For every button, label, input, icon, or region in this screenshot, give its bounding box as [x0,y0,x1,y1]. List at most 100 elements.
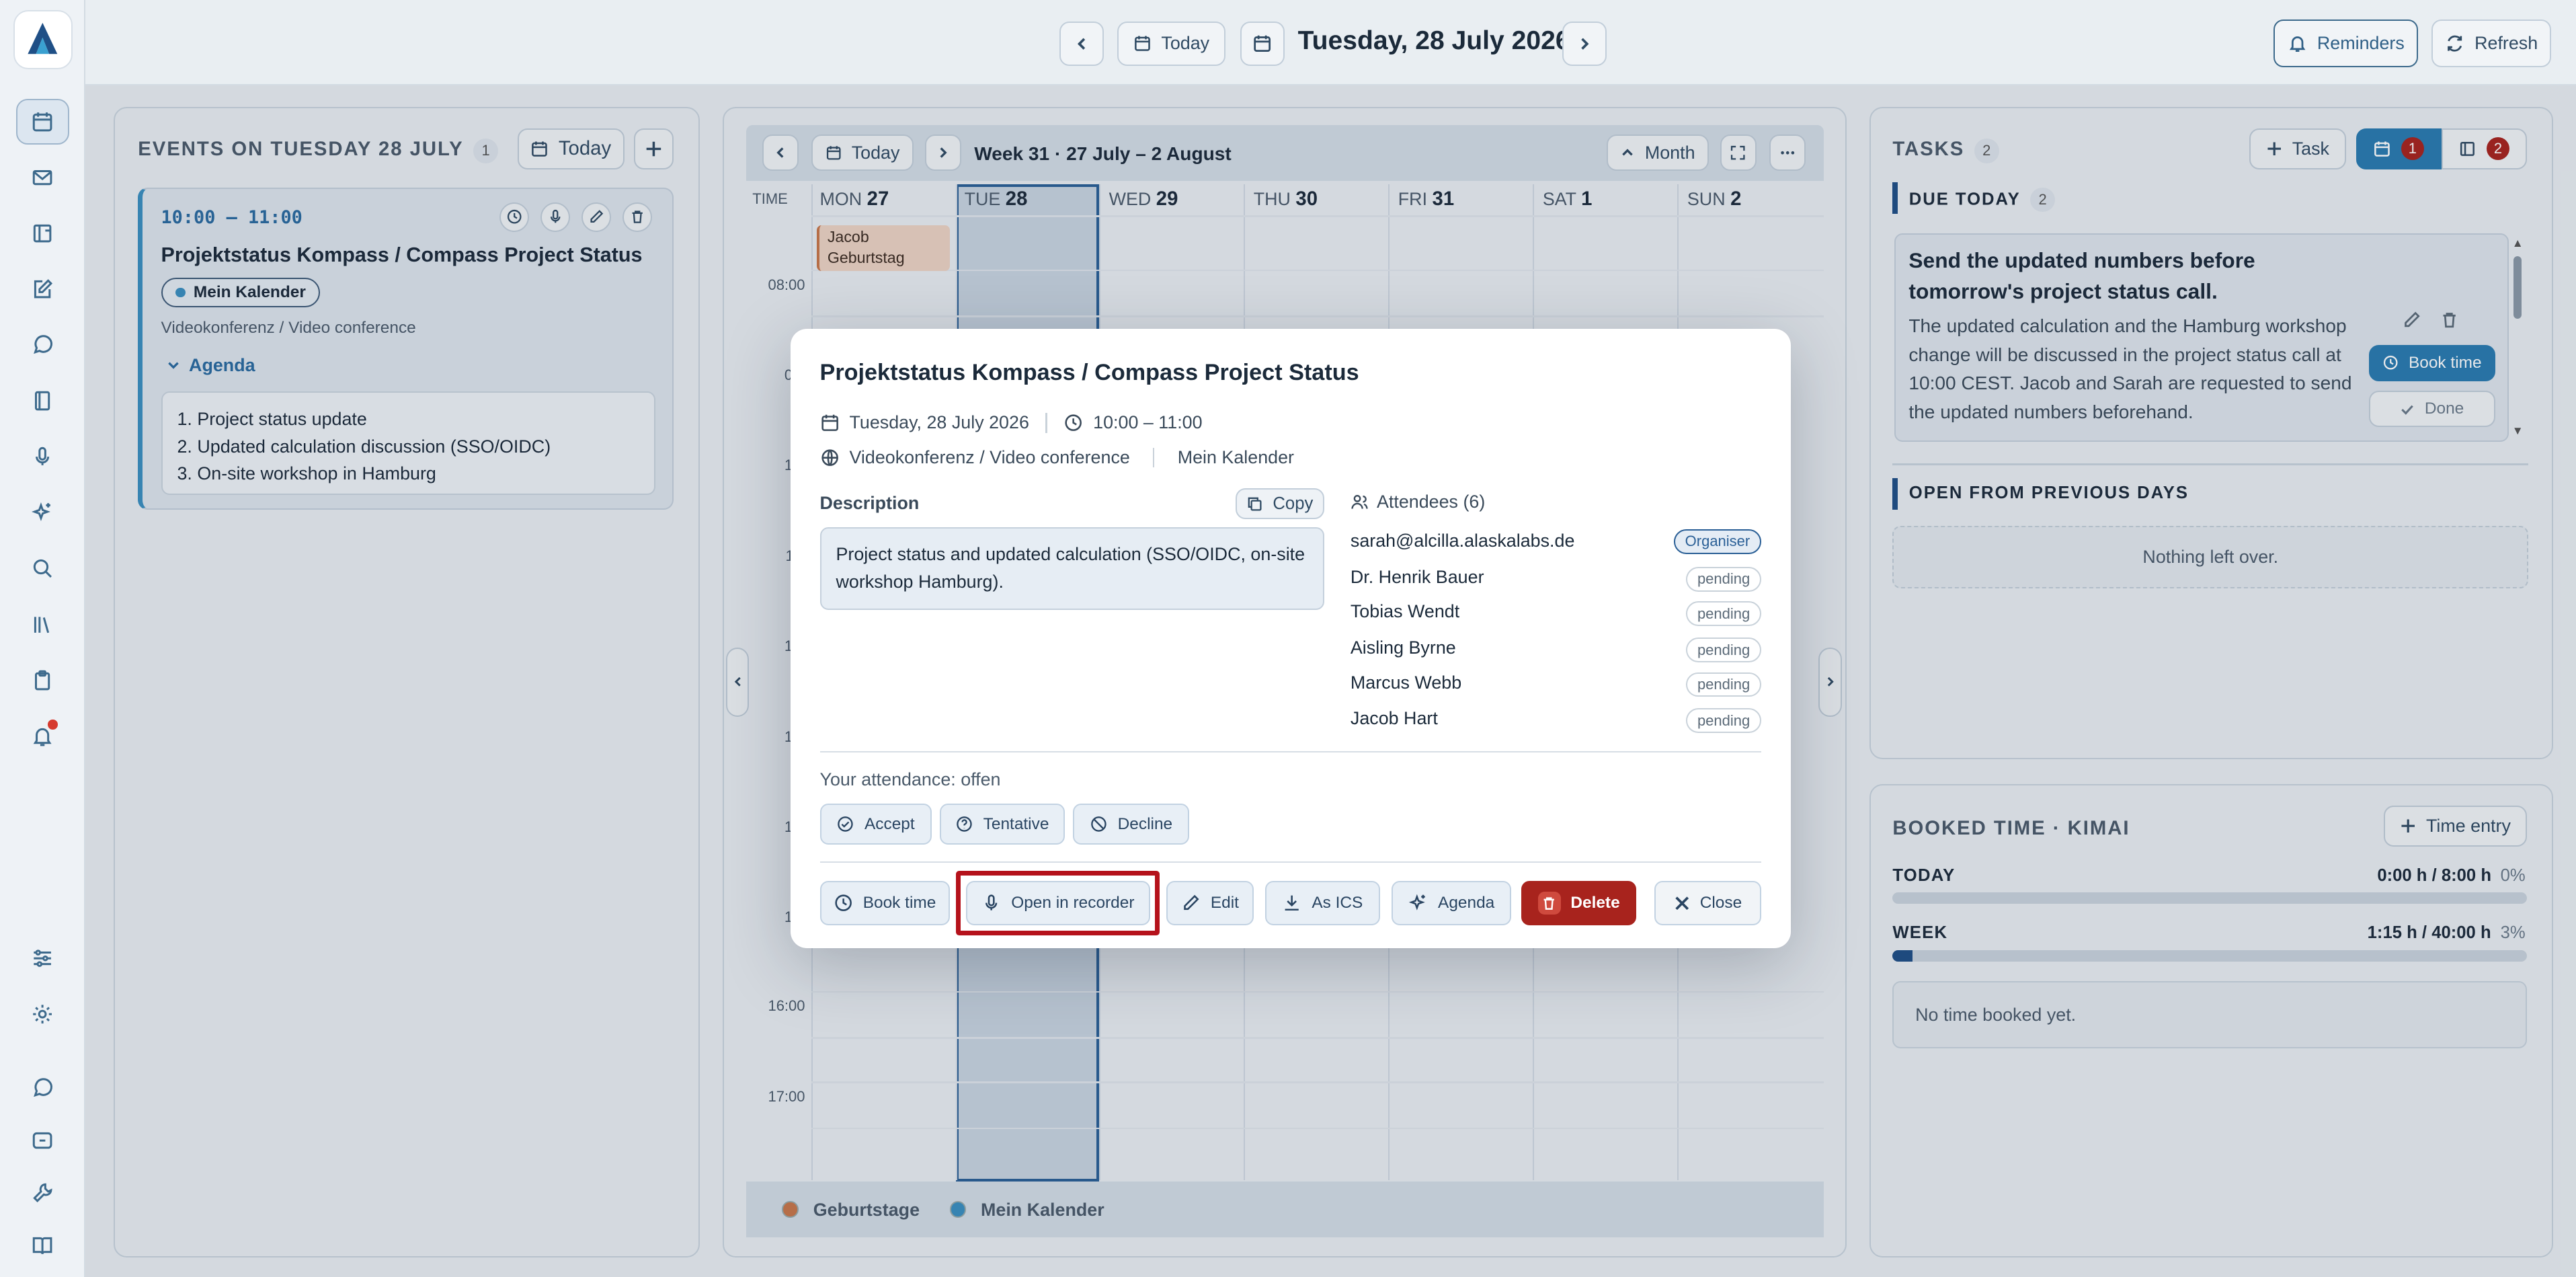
copy-description-button[interactable]: Copy [1235,488,1324,520]
question-circle-icon [955,815,973,833]
calendar-nav-icon[interactable] [16,98,69,145]
separator [1153,447,1155,467]
bell-icon [2288,34,2307,53]
calendar-icon [820,413,840,432]
calendar-icon [1252,34,1272,53]
attendee-status-pending: pending [1686,601,1761,627]
modal-title: Projektstatus Kompass / Compass Project … [819,360,1359,386]
attendee-name: Marcus Webb [1350,672,1462,693]
library-icon[interactable] [16,601,69,647]
attendee-name: Dr. Henrik Bauer [1350,567,1484,588]
accept-label: Accept [864,814,915,833]
attendee-status-pending: pending [1686,637,1761,662]
settings-gear-icon[interactable] [16,991,69,1037]
clipboard-icon[interactable] [16,658,69,703]
edit-button[interactable]: Edit [1166,880,1254,925]
description-label: Description [819,493,920,514]
attendees-label: Attendees (6) [1376,491,1486,512]
notebook-icon[interactable] [16,378,69,424]
close-label: Close [1699,893,1742,912]
modal-location: Videokonferenz / Video conference [849,447,1130,467]
attendee-status-pending: pending [1686,708,1761,733]
as-ics-label: As ICS [1312,893,1363,912]
modal-time: 10:00 – 11:00 [1093,412,1203,433]
clock-icon [1063,413,1083,432]
attendee-name: Aisling Byrne [1350,637,1456,658]
attendee-status-pending: pending [1686,567,1761,592]
agenda-button[interactable]: Agenda [1391,880,1512,925]
reminders-label: Reminders [2317,33,2405,54]
divider [819,750,1761,753]
app-logo[interactable] [13,9,73,69]
modal-date: Tuesday, 28 July 2026 [849,412,1029,433]
microphone-icon[interactable] [16,434,69,479]
chat-icon[interactable] [16,322,69,368]
calendar-icon [1133,34,1152,52]
attendee-name: sarah@alcilla.alaskalabs.de [1350,531,1575,551]
sliders-icon[interactable] [16,935,69,981]
sparkles-icon[interactable] [16,490,69,535]
download-icon [1282,893,1301,913]
delete-label: Delete [1570,893,1620,912]
delete-button[interactable]: Delete [1521,880,1637,925]
close-icon [1674,895,1690,911]
date-picker-button[interactable] [1240,21,1285,66]
divider [819,861,1761,863]
refresh-label: Refresh [2474,33,2538,54]
decline-button[interactable]: Decline [1072,804,1190,845]
sparkles-icon [1408,893,1428,913]
globe-icon [820,448,840,467]
modal-date-row: Tuesday, 28 July 2026 10:00 – 11:00 [820,412,1203,433]
decline-label: Decline [1117,814,1173,833]
today-button[interactable]: Today [1117,21,1226,66]
modal-location-row: Videokonferenz / Video conference Mein K… [820,447,1294,468]
check-circle-icon [836,815,854,833]
notifications-bell-icon[interactable] [16,713,69,759]
compose-icon[interactable] [16,266,69,312]
attendee-status-pending: pending [1686,672,1761,697]
refresh-button[interactable]: Refresh [2431,20,2552,68]
copy-label: Copy [1273,494,1314,513]
export-ics-button[interactable]: As ICS [1264,880,1380,925]
attendee-name: Jacob Hart [1350,708,1438,729]
ban-icon [1090,815,1108,833]
tentative-label: Tentative [983,814,1049,833]
agenda-button-label: Agenda [1438,893,1495,912]
keyboard-icon[interactable] [16,1118,69,1163]
book-time-button[interactable]: Book time [819,880,950,925]
tentative-button[interactable]: Tentative [939,804,1065,845]
today-label: Today [1161,33,1210,54]
reminders-button[interactable]: Reminders [2273,20,2419,68]
modal-calendar: Mein Kalender [1177,447,1294,467]
wrench-icon[interactable] [16,1170,69,1216]
open-in-recorder-label: Open in recorder [1011,893,1135,912]
attendance-status: Your attendance: offen [819,769,1001,789]
prev-day-button[interactable] [1059,21,1104,66]
date-title: Tuesday, 28 July 2026 [1297,26,1570,56]
next-day-button[interactable] [1562,21,1607,66]
book-icon[interactable] [16,1223,69,1268]
attendees-header: Attendees (6) [1351,492,1485,512]
trash-icon [1537,891,1561,915]
users-icon [1351,493,1369,511]
board-icon[interactable] [16,210,69,256]
copy-icon [1246,496,1262,512]
description-text: Project status and updated calculation (… [819,527,1324,610]
nav-rail [0,0,86,1277]
mail-icon[interactable] [16,155,69,200]
event-detail-modal: Projektstatus Kompass / Compass Project … [790,328,1791,949]
attendee-name: Tobias Wendt [1350,601,1460,622]
open-in-recorder-button[interactable]: Open in recorder [966,880,1150,925]
book-time-label: Book time [862,893,936,912]
attendee-status-organiser: Organiser [1674,529,1761,554]
edit-label: Edit [1210,893,1239,912]
edit-pencil-icon [1181,893,1201,913]
search-icon[interactable] [16,545,69,591]
clock-icon [834,893,853,913]
separator [1045,413,1047,433]
close-button[interactable]: Close [1654,880,1761,925]
microphone-icon [981,893,1001,913]
feedback-icon[interactable] [16,1065,69,1111]
refresh-icon [2445,34,2464,53]
accept-button[interactable]: Accept [819,804,932,845]
